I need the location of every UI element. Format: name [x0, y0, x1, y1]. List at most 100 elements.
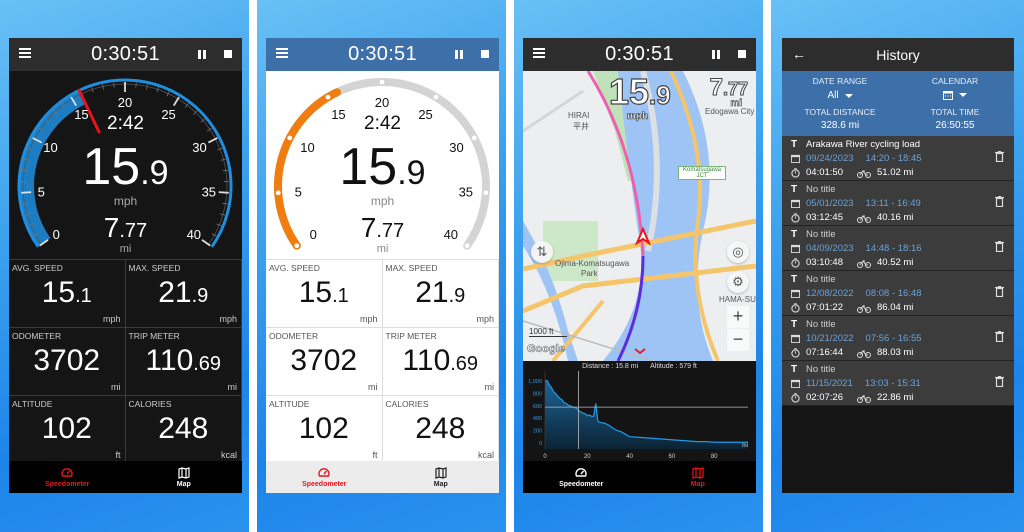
tab-map[interactable]: Map [126, 461, 243, 493]
trip-distance: 7.77 [266, 213, 499, 246]
record-time-range: 07:56 - 16:55 [865, 333, 922, 344]
stat-value: 15.1 [266, 276, 382, 313]
calendar-icon [943, 91, 953, 100]
gauge-tick [91, 87, 94, 93]
dist-dec: .77 [119, 220, 148, 242]
history-record[interactable]: T No title 10/21/2022 07:56 - 16:55 07:16:44… [782, 316, 1014, 361]
record-distance: 86.04 mi [876, 302, 914, 313]
stat-unit: mph [476, 314, 494, 324]
record-distance: 88.03 mi [876, 347, 914, 358]
elevation-chart[interactable]: Distance : 15.8 mi Altitude : 579 ft 0 200… [523, 361, 756, 461]
top-bar: ← History [782, 38, 1014, 71]
gauge-tick [135, 82, 137, 88]
swap-icon[interactable]: ⇅ [531, 241, 553, 263]
stat-dec: .1 [75, 285, 92, 307]
chart-header: Distance : 15.8 mi Altitude : 579 ft [523, 363, 756, 370]
calendar-icon [791, 379, 800, 388]
calendar-select[interactable] [943, 90, 967, 100]
divider [506, 0, 514, 532]
date-range-label: DATE RANGE [812, 76, 868, 86]
stat-cell: CALORIES 248 kcal [125, 395, 242, 463]
history-record[interactable]: T No title 11/15/2021 13:03 - 15:31 02:07:26… [782, 361, 1014, 406]
pause-icon[interactable] [455, 50, 463, 59]
calendar-icon [791, 334, 800, 343]
delete-trash-icon[interactable] [995, 151, 1004, 165]
tab-speedometer[interactable]: Speedometer [9, 461, 126, 493]
tab-map[interactable]: Map [640, 461, 757, 493]
record-title: No title [806, 274, 836, 285]
stat-unit: ft [115, 450, 121, 460]
menu-icon[interactable] [19, 48, 31, 59]
tab-speedometer[interactable]: Speedometer [266, 461, 383, 493]
record-time-range: 13:11 - 16:49 [865, 198, 921, 209]
gauge-tick-label: 20 [118, 95, 132, 110]
stat-unit: mi [484, 382, 495, 392]
delete-trash-icon[interactable] [995, 196, 1004, 210]
bottom-nav: Speedometer Map [266, 461, 499, 493]
dropdown-caret-icon [959, 93, 967, 97]
map-label: Edogawa City [705, 107, 755, 116]
dist-int: 7 [103, 212, 120, 243]
map-view[interactable]: 15.9 mph 7.77 mi HIRAI 平井 Ojima-Komatsug… [523, 71, 756, 361]
stat-unit: mph [102, 314, 121, 324]
history-record[interactable]: T Arakawa River cycling load 09/24/2023 14:… [782, 136, 1014, 181]
stat-unit: mph [359, 314, 378, 324]
menu-icon[interactable] [276, 48, 288, 59]
record-title: No title [806, 364, 836, 375]
stop-icon[interactable] [224, 50, 232, 58]
x-tick-label: 40 [626, 454, 633, 460]
total-distance-label: TOTAL DISTANCE [804, 107, 876, 117]
settings-gear-icon[interactable]: ⚙ [727, 271, 749, 293]
pause-icon[interactable] [198, 50, 206, 59]
stop-icon[interactable] [738, 50, 746, 58]
record-duration: 02:07:26 [806, 392, 843, 403]
speedometer-icon [575, 467, 587, 477]
record-title: No title [806, 184, 836, 195]
delete-trash-icon[interactable] [995, 286, 1004, 300]
tab-speedometer[interactable]: Speedometer [523, 461, 640, 493]
map-label: HAMA-SU [719, 295, 756, 304]
map-label: Komatsugawa JCT [678, 166, 726, 180]
record-distance: 51.02 mi [876, 167, 914, 178]
stat-unit: mi [227, 382, 238, 392]
stat-label: ALTITUDE [269, 399, 310, 409]
stat-label: ODOMETER [12, 331, 62, 341]
delete-trash-icon[interactable] [995, 376, 1004, 390]
zoom-out-button[interactable]: − [727, 329, 749, 351]
current-speed: 15.9 [266, 141, 499, 199]
history-record[interactable]: T No title 05/01/2023 13:11 - 16:49 03:12:45… [782, 181, 1014, 226]
menu-icon[interactable] [533, 48, 545, 59]
gauge-tick-dot [325, 94, 331, 100]
x-tick-label: 60 [669, 454, 676, 460]
history-record[interactable]: T No title 12/08/2022 08:08 - 16:48 07:01:22… [782, 271, 1014, 316]
dist-dec: .77 [376, 220, 405, 242]
zoom-in-button[interactable]: + [727, 306, 749, 328]
stat-cell: MAX. SPEED 21.9 mph [125, 259, 242, 327]
map-label: Ojima-Komatsugawa [555, 259, 630, 268]
speed-int: 15 [82, 138, 141, 196]
locate-icon[interactable]: ◎ [727, 241, 749, 263]
delete-trash-icon[interactable] [995, 241, 1004, 255]
cursor-distance: Distance : 15.8 mi [582, 363, 639, 370]
tab-map[interactable]: Map [383, 461, 500, 493]
record-title: Arakawa River cycling load [806, 139, 921, 150]
stopwatch-icon [791, 167, 800, 178]
stat-cell: MAX. SPEED 21.9 mph [382, 259, 499, 327]
back-arrow-icon[interactable]: ← [792, 46, 806, 62]
stopwatch-icon [791, 212, 800, 223]
stop-icon[interactable] [481, 50, 489, 58]
stat-label: TRIP METER [128, 331, 180, 341]
delete-trash-icon[interactable] [995, 331, 1004, 345]
tab-label: Speedometer [559, 480, 604, 488]
tab-label: Speedometer [302, 480, 347, 488]
title-icon: T [791, 274, 798, 285]
stat-unit: ft [372, 450, 378, 460]
record-date: 10/21/2022 [806, 333, 854, 344]
speed-gauge: 0 5 10 15 20 25 30 35 40 2:42 15.9 mph 7.77 mi [266, 71, 499, 259]
stat-cell: ALTITUDE 102 ft [266, 395, 383, 463]
pause-icon[interactable] [712, 50, 720, 59]
history-record[interactable]: T No title 04/09/2023 14:48 - 18:16 03:10:48… [782, 226, 1014, 271]
dropdown-caret-icon [844, 93, 853, 98]
google-logo: Google [527, 343, 565, 356]
date-range-select[interactable]: All [827, 90, 853, 101]
